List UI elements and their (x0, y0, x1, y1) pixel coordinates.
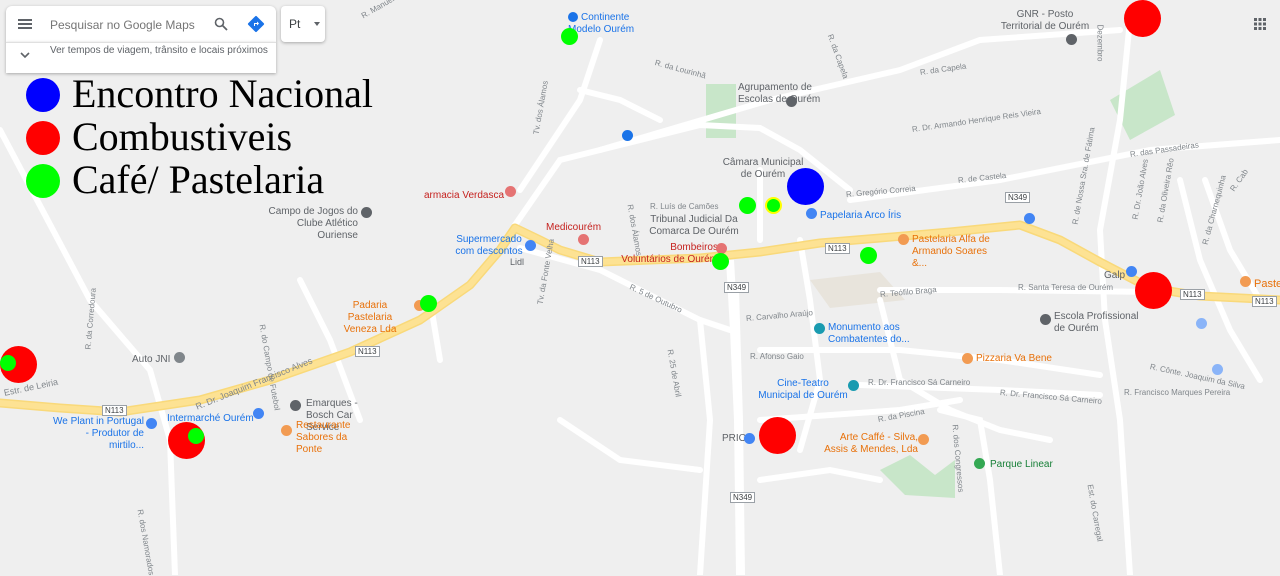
restaurant-icon (898, 234, 909, 245)
poi-lidl[interactable]: Lidl (510, 256, 524, 268)
legend-item-cafe: Café/ Pastelaria (20, 157, 440, 202)
marker-cafe[interactable] (765, 197, 782, 214)
school-icon (786, 96, 797, 107)
road-shield: N113 (825, 243, 850, 254)
poi-restaurante[interactable]: Restaurante Sabores da Ponte (296, 420, 372, 456)
gas-station-icon (744, 433, 755, 444)
search-input[interactable] (48, 15, 212, 35)
bank-icon (622, 130, 633, 141)
restaurant-icon (1240, 276, 1251, 287)
street-label: Dezembro (1095, 24, 1105, 62)
street-label: R. Santa Teresa de Ourém (1018, 283, 1114, 292)
road-shield: N113 (1252, 296, 1277, 307)
apps-grid-icon[interactable] (1254, 18, 1266, 30)
government-icon (1066, 34, 1077, 45)
marker-combustivel[interactable] (1135, 272, 1172, 309)
poi-pastel-right[interactable]: Pastel (1254, 278, 1280, 290)
poi-pastelaria-alfa[interactable]: Pastelaria Alfa de Armando Soares &... (912, 234, 1002, 270)
street-label: R. Francisco Marques Pereira (1124, 388, 1231, 397)
poi-gnr[interactable]: GNR - Posto Territorial de Ourém (1000, 9, 1090, 33)
poi-galp[interactable]: Galp (1104, 270, 1125, 282)
legend-item-encontro: Encontro Nacional (20, 71, 440, 116)
poi-continente[interactable]: Continente Modelo Ourém (568, 12, 658, 36)
street-label: R. Afonso Gaio (750, 352, 804, 361)
caret-down-icon (314, 22, 320, 26)
shopping-icon (146, 418, 157, 429)
road-shield: N113 (578, 256, 603, 267)
park-icon (974, 458, 985, 469)
language-select[interactable]: Pt (281, 6, 325, 42)
legend-label: Combustiveis (72, 114, 293, 159)
poi-pizzaria[interactable]: Pizzaria Va Bene (976, 353, 1052, 365)
school-icon (1040, 314, 1051, 325)
poi-arte-caffe[interactable]: Arte Caffé - Silva, Assis & Mendes, Lda (818, 432, 918, 456)
shopping-icon (253, 408, 264, 419)
search-icon[interactable] (214, 17, 228, 31)
street-label: R. Dr. Francisco Sá Carneiro (868, 378, 971, 387)
poi-monumento[interactable]: Monumento aos Combatentes do... (828, 322, 918, 346)
marker-combustivel[interactable] (759, 417, 796, 454)
marker-cafe[interactable] (712, 253, 729, 270)
directions-icon[interactable] (247, 15, 265, 33)
marker-cafe[interactable] (561, 28, 578, 45)
legend-swatch (26, 78, 60, 112)
search-box (6, 6, 276, 42)
road-shield: N349 (730, 492, 756, 503)
medical-icon (578, 234, 589, 245)
road-shield: N113 (355, 346, 380, 357)
poi-agrupamento[interactable]: Agrupamento de Escolas de Ourém (738, 82, 828, 106)
bank-icon (1024, 213, 1035, 224)
marker-cafe[interactable] (860, 247, 877, 264)
car-service-icon (290, 400, 301, 411)
marker-cafe[interactable] (420, 295, 437, 312)
language-value: Pt (289, 17, 301, 31)
shopping-cart-icon (568, 12, 578, 23)
monument-icon (814, 323, 825, 334)
poi-parque[interactable]: Parque Linear (990, 459, 1053, 471)
shopping-icon (525, 240, 536, 251)
menu-icon[interactable] (18, 17, 32, 31)
theater-icon (848, 380, 859, 391)
poi-supermercado[interactable]: Supermercado com descontos (454, 234, 524, 258)
legend-swatch (26, 121, 60, 155)
hospital-icon (505, 186, 516, 197)
pizza-icon (962, 353, 973, 364)
poi-we-plant[interactable]: We Plant in Portugal - Produtor de mirti… (50, 416, 144, 452)
poi-medicourem[interactable]: Medicourém (546, 222, 601, 234)
road-shield: N349 (724, 282, 750, 293)
poi-padaria[interactable]: Padaria Pastelaria Veneza Lda (330, 300, 410, 336)
stadium-icon (361, 207, 372, 218)
poi-bombeiros[interactable]: Bombeiros Voluntários de Ourém (618, 242, 718, 266)
place-pin-icon (1212, 364, 1223, 375)
marker-encontro[interactable] (787, 168, 824, 205)
marker-cafe[interactable] (739, 197, 756, 214)
poi-papelaria[interactable]: Papelaria Arco Íris (820, 210, 901, 222)
legend-label: Encontro Nacional (72, 71, 373, 116)
marker-cafe[interactable] (188, 428, 204, 444)
road-shield: N113 (1180, 289, 1205, 300)
poi-escola[interactable]: Escola Profissional de Ourém (1054, 311, 1144, 335)
legend-label: Café/ Pastelaria (72, 157, 325, 202)
travel-info-text: Ver tempos de viagem, trânsito e locais … (50, 45, 268, 56)
place-pin-icon (1196, 318, 1207, 329)
poi-prio[interactable]: PRIO (722, 433, 746, 445)
restaurant-icon (281, 425, 292, 436)
poi-auto-jni[interactable]: Auto JNI (132, 354, 170, 366)
street-label: R. Luís de Camões (650, 202, 719, 211)
road-shield: N349 (1005, 192, 1031, 203)
chevron-down-icon[interactable] (20, 51, 30, 59)
marker-cafe[interactable] (0, 355, 16, 371)
bank-icon (806, 208, 817, 219)
gas-station-icon (1126, 266, 1137, 277)
poi-cine-teatro[interactable]: Cine-Teatro Municipal de Ourém (758, 378, 848, 402)
poi-campo[interactable]: Campo de Jogos do Clube Atlético Ouriens… (258, 206, 358, 242)
poi-tribunal[interactable]: Tribunal Judicial Da Comarca De Ourém (644, 214, 744, 238)
place-pin-icon (174, 352, 185, 363)
travel-info-bar[interactable]: Ver tempos de viagem, trânsito e locais … (6, 42, 276, 73)
road-shield: N113 (102, 405, 127, 416)
legend-item-combustiveis: Combustiveis (20, 114, 440, 159)
marker-combustivel[interactable] (1124, 0, 1161, 37)
legend-swatch (26, 164, 60, 198)
coffee-icon (918, 434, 929, 445)
